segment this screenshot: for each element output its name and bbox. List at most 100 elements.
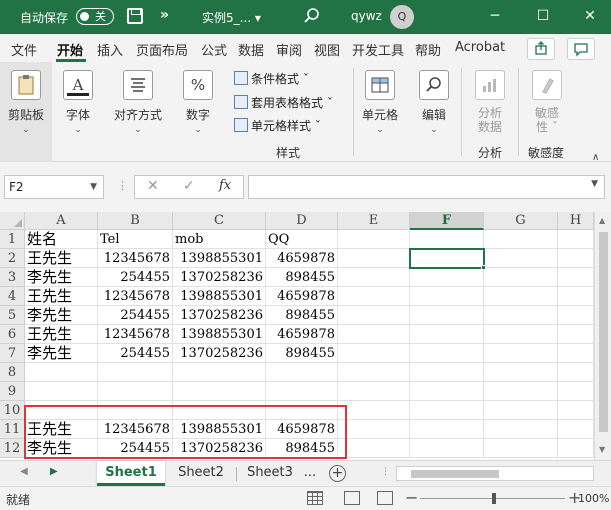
save-icon[interactable] — [127, 8, 143, 24]
cell-b6[interactable]: 12345678 — [98, 325, 173, 344]
tab-acrobat[interactable]: Acrobat — [455, 40, 505, 55]
cell-b5[interactable]: 254455 — [98, 306, 173, 325]
cells-button[interactable]: 单元格 ⌄ — [358, 70, 402, 135]
tab-data[interactable]: 数据 — [238, 40, 264, 59]
vertical-scrollbar[interactable]: ▲ ▼ — [594, 212, 611, 460]
row-header-11[interactable]: 11 — [0, 420, 25, 439]
cell-c8[interactable] — [173, 363, 266, 382]
sensitivity-button[interactable]: 敏感性 ˇ — [527, 70, 567, 134]
tab-insert[interactable]: 插入 — [97, 40, 123, 59]
cell-d4[interactable]: 4659878 — [266, 287, 338, 306]
cell-h5[interactable] — [558, 306, 594, 325]
column-header-b[interactable]: B — [98, 212, 173, 230]
cell-g4[interactable] — [484, 287, 558, 306]
row-header-7[interactable]: 7 — [0, 344, 25, 363]
cell-h3[interactable] — [558, 268, 594, 287]
table-format-button[interactable]: 套用表格格式 ˇ — [234, 94, 333, 111]
cell-b1[interactable]: Tel — [98, 230, 173, 249]
cell-b7[interactable]: 254455 — [98, 344, 173, 363]
cell-g11[interactable] — [484, 420, 558, 439]
cell-c1[interactable]: mob — [173, 230, 266, 249]
page-break-view-icon[interactable] — [377, 491, 393, 505]
cell-h8[interactable] — [558, 363, 594, 382]
cell-e2[interactable] — [338, 249, 410, 268]
cell-f9[interactable] — [410, 382, 484, 401]
column-header-e[interactable]: E — [338, 212, 410, 230]
editing-button[interactable]: 编辑 ⌄ — [414, 70, 454, 135]
cell-h12[interactable] — [558, 439, 594, 458]
tab-page-layout[interactable]: 页面布局 — [136, 40, 188, 59]
alignment-button[interactable]: 对齐方式 ⌄ — [108, 70, 168, 135]
add-sheet-button[interactable]: + — [329, 465, 346, 482]
clipboard-button[interactable]: 剪贴板 ⌄ — [6, 70, 46, 135]
horizontal-scrollbar[interactable] — [396, 466, 594, 481]
cell-c7[interactable]: 1370258236 — [173, 344, 266, 363]
column-header-h[interactable]: H — [558, 212, 594, 230]
cell-h4[interactable] — [558, 287, 594, 306]
column-header-d[interactable]: D — [266, 212, 338, 230]
cell-h10[interactable] — [558, 401, 594, 420]
row-header-5[interactable]: 5 — [0, 306, 25, 325]
row-header-9[interactable]: 9 — [0, 382, 25, 401]
cell-d2[interactable]: 4659878 — [266, 249, 338, 268]
sheet-tab-1[interactable]: Sheet1 — [97, 461, 165, 486]
expand-formula-icon[interactable]: ▼ — [591, 179, 598, 189]
tab-formulas[interactable]: 公式 — [201, 40, 227, 59]
fill-handle[interactable] — [481, 265, 486, 270]
insert-function-icon[interactable]: fx — [219, 178, 231, 193]
user-name[interactable]: qywz — [351, 9, 382, 23]
row-header-8[interactable]: 8 — [0, 363, 25, 382]
scroll-down-icon[interactable]: ▼ — [599, 445, 605, 454]
column-header-g[interactable]: G — [484, 212, 558, 230]
close-button[interactable]: ✕ — [577, 4, 603, 28]
cell-g5[interactable] — [484, 306, 558, 325]
row-header-12[interactable]: 12 — [0, 439, 25, 458]
row-header-1[interactable]: 1 — [0, 230, 25, 249]
scroll-thumb[interactable] — [599, 232, 608, 432]
more-commands-icon[interactable]: » — [160, 7, 169, 23]
font-button[interactable]: A 字体 ⌄ — [58, 70, 98, 135]
cell-g8[interactable] — [484, 363, 558, 382]
cell-e1[interactable] — [338, 230, 410, 249]
scroll-thumb[interactable] — [411, 470, 499, 478]
cell-g3[interactable] — [484, 268, 558, 287]
cell-g6[interactable] — [484, 325, 558, 344]
row-header-4[interactable]: 4 — [0, 287, 25, 306]
cell-g9[interactable] — [484, 382, 558, 401]
cell-f12[interactable] — [410, 439, 484, 458]
cell-g2[interactable] — [484, 249, 558, 268]
cell-a5[interactable]: 李先生 — [25, 306, 98, 325]
cell-c4[interactable]: 1398855301 — [173, 287, 266, 306]
tab-developer[interactable]: 开发工具 — [352, 40, 404, 59]
cell-f11[interactable] — [410, 420, 484, 439]
cell-h1[interactable] — [558, 230, 594, 249]
cell-e6[interactable] — [338, 325, 410, 344]
cell-h6[interactable] — [558, 325, 594, 344]
cell-h9[interactable] — [558, 382, 594, 401]
name-box[interactable]: F2 ▼ — [4, 175, 104, 199]
autosave-toggle[interactable]: 关 — [76, 8, 114, 25]
cell-g10[interactable] — [484, 401, 558, 420]
splitter-handle[interactable]: ⋮ — [117, 179, 128, 192]
document-title[interactable]: 实例5_... ▾ — [202, 9, 261, 26]
cell-d1[interactable]: QQ — [266, 230, 338, 249]
zoom-slider-thumb[interactable] — [492, 493, 496, 504]
cell-a7[interactable]: 李先生 — [25, 344, 98, 363]
cell-c2[interactable]: 1398855301 — [173, 249, 266, 268]
cell-f5[interactable] — [410, 306, 484, 325]
chevron-down-icon[interactable]: ▼ — [90, 176, 97, 198]
scroll-up-icon[interactable]: ▲ — [599, 216, 605, 225]
cell-e10[interactable] — [338, 401, 410, 420]
cell-d3[interactable]: 898455 — [266, 268, 338, 287]
share-icon[interactable] — [527, 38, 555, 60]
splitter-handle[interactable]: ⋮ — [381, 467, 390, 477]
zoom-level[interactable]: 100% — [578, 492, 609, 505]
tab-view[interactable]: 视图 — [314, 40, 340, 59]
cell-style-button[interactable]: 单元格样式 ˇ — [234, 117, 321, 134]
cell-a6[interactable]: 王先生 — [25, 325, 98, 344]
cell-h7[interactable] — [558, 344, 594, 363]
row-header-3[interactable]: 3 — [0, 268, 25, 287]
cell-d7[interactable]: 898455 — [266, 344, 338, 363]
conditional-format-button[interactable]: 条件格式 ˇ — [234, 70, 309, 87]
cell-e8[interactable] — [338, 363, 410, 382]
